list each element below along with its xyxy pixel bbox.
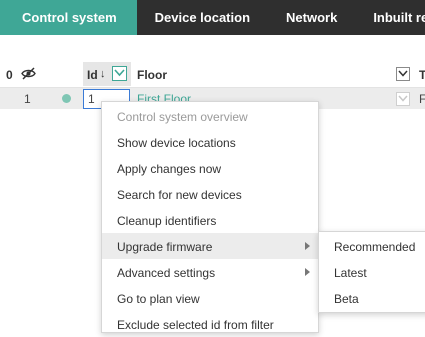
menu-item-go-to-plan-view[interactable]: Go to plan view [102, 285, 318, 311]
row-dropdown[interactable] [396, 92, 410, 106]
row-number: 1 [24, 92, 31, 106]
menu-item-label: Search for new devices [117, 188, 242, 202]
menu-item-control-system-overview: Control system overview [102, 103, 318, 129]
submenu-arrow-icon [305, 268, 310, 276]
submenu-item-label: Latest [334, 266, 367, 280]
submenu-arrow-icon [305, 242, 310, 250]
menu-item-show-device-locations[interactable]: Show device locations [102, 129, 318, 155]
menu-item-label: Advanced settings [117, 266, 216, 280]
id-column-header[interactable]: Id ↓ [83, 62, 131, 86]
menu-item-search-new-devices[interactable]: Search for new devices [102, 181, 318, 207]
sort-descending-icon[interactable]: ↓ [100, 68, 106, 80]
table-header: 0 Id ↓ Floor T [0, 62, 425, 88]
menu-item-label: Show device locations [117, 136, 236, 150]
menu-item-label: Cleanup identifiers [117, 214, 217, 228]
firmware-submenu: Recommended Latest Beta [318, 231, 425, 313]
chevron-down-icon [398, 70, 408, 77]
menu-item-label: Control system overview [117, 110, 248, 124]
floor-column-label[interactable]: Floor [137, 68, 167, 82]
submenu-item-recommended[interactable]: Recommended [319, 233, 425, 259]
status-indicator [62, 94, 71, 103]
context-menu: Control system overview Show device loca… [101, 101, 319, 333]
tab-network[interactable]: Network [268, 0, 355, 35]
submenu-item-latest[interactable]: Latest [319, 259, 425, 285]
menu-item-upgrade-firmware[interactable]: Upgrade firmware [102, 233, 318, 259]
menu-item-apply-changes-now[interactable]: Apply changes now [102, 155, 318, 181]
menu-item-label: Exclude selected id from filter [117, 318, 274, 332]
menu-item-cleanup-identifiers[interactable]: Cleanup identifiers [102, 207, 318, 233]
top-tab-bar: Control system Device location Network I… [0, 0, 425, 35]
selected-count: 0 [6, 68, 13, 82]
id-filter-dropdown[interactable] [112, 66, 127, 81]
menu-item-label: Upgrade firmware [117, 240, 213, 254]
submenu-item-label: Recommended [334, 240, 416, 254]
tab-control-system[interactable]: Control system [0, 0, 137, 35]
eye-off-icon[interactable] [21, 67, 36, 80]
column-dropdown[interactable] [396, 67, 410, 81]
tab-device-location[interactable]: Device location [137, 0, 268, 35]
menu-item-exclude-from-filter[interactable]: Exclude selected id from filter [102, 311, 318, 337]
menu-item-label: Go to plan view [117, 292, 200, 306]
submenu-item-label: Beta [334, 292, 359, 306]
chevron-down-icon [114, 69, 125, 77]
menu-item-advanced-settings[interactable]: Advanced settings [102, 259, 318, 285]
submenu-item-beta[interactable]: Beta [319, 285, 425, 311]
next-column-label[interactable]: T [419, 68, 425, 82]
tab-inbuilt-relays[interactable]: Inbuilt rela [355, 0, 425, 35]
id-value: 1 [88, 92, 95, 106]
next-column-value: F [419, 92, 425, 106]
menu-item-label: Apply changes now [117, 162, 222, 176]
chevron-down-icon [398, 95, 408, 102]
id-column-label: Id [87, 68, 98, 82]
